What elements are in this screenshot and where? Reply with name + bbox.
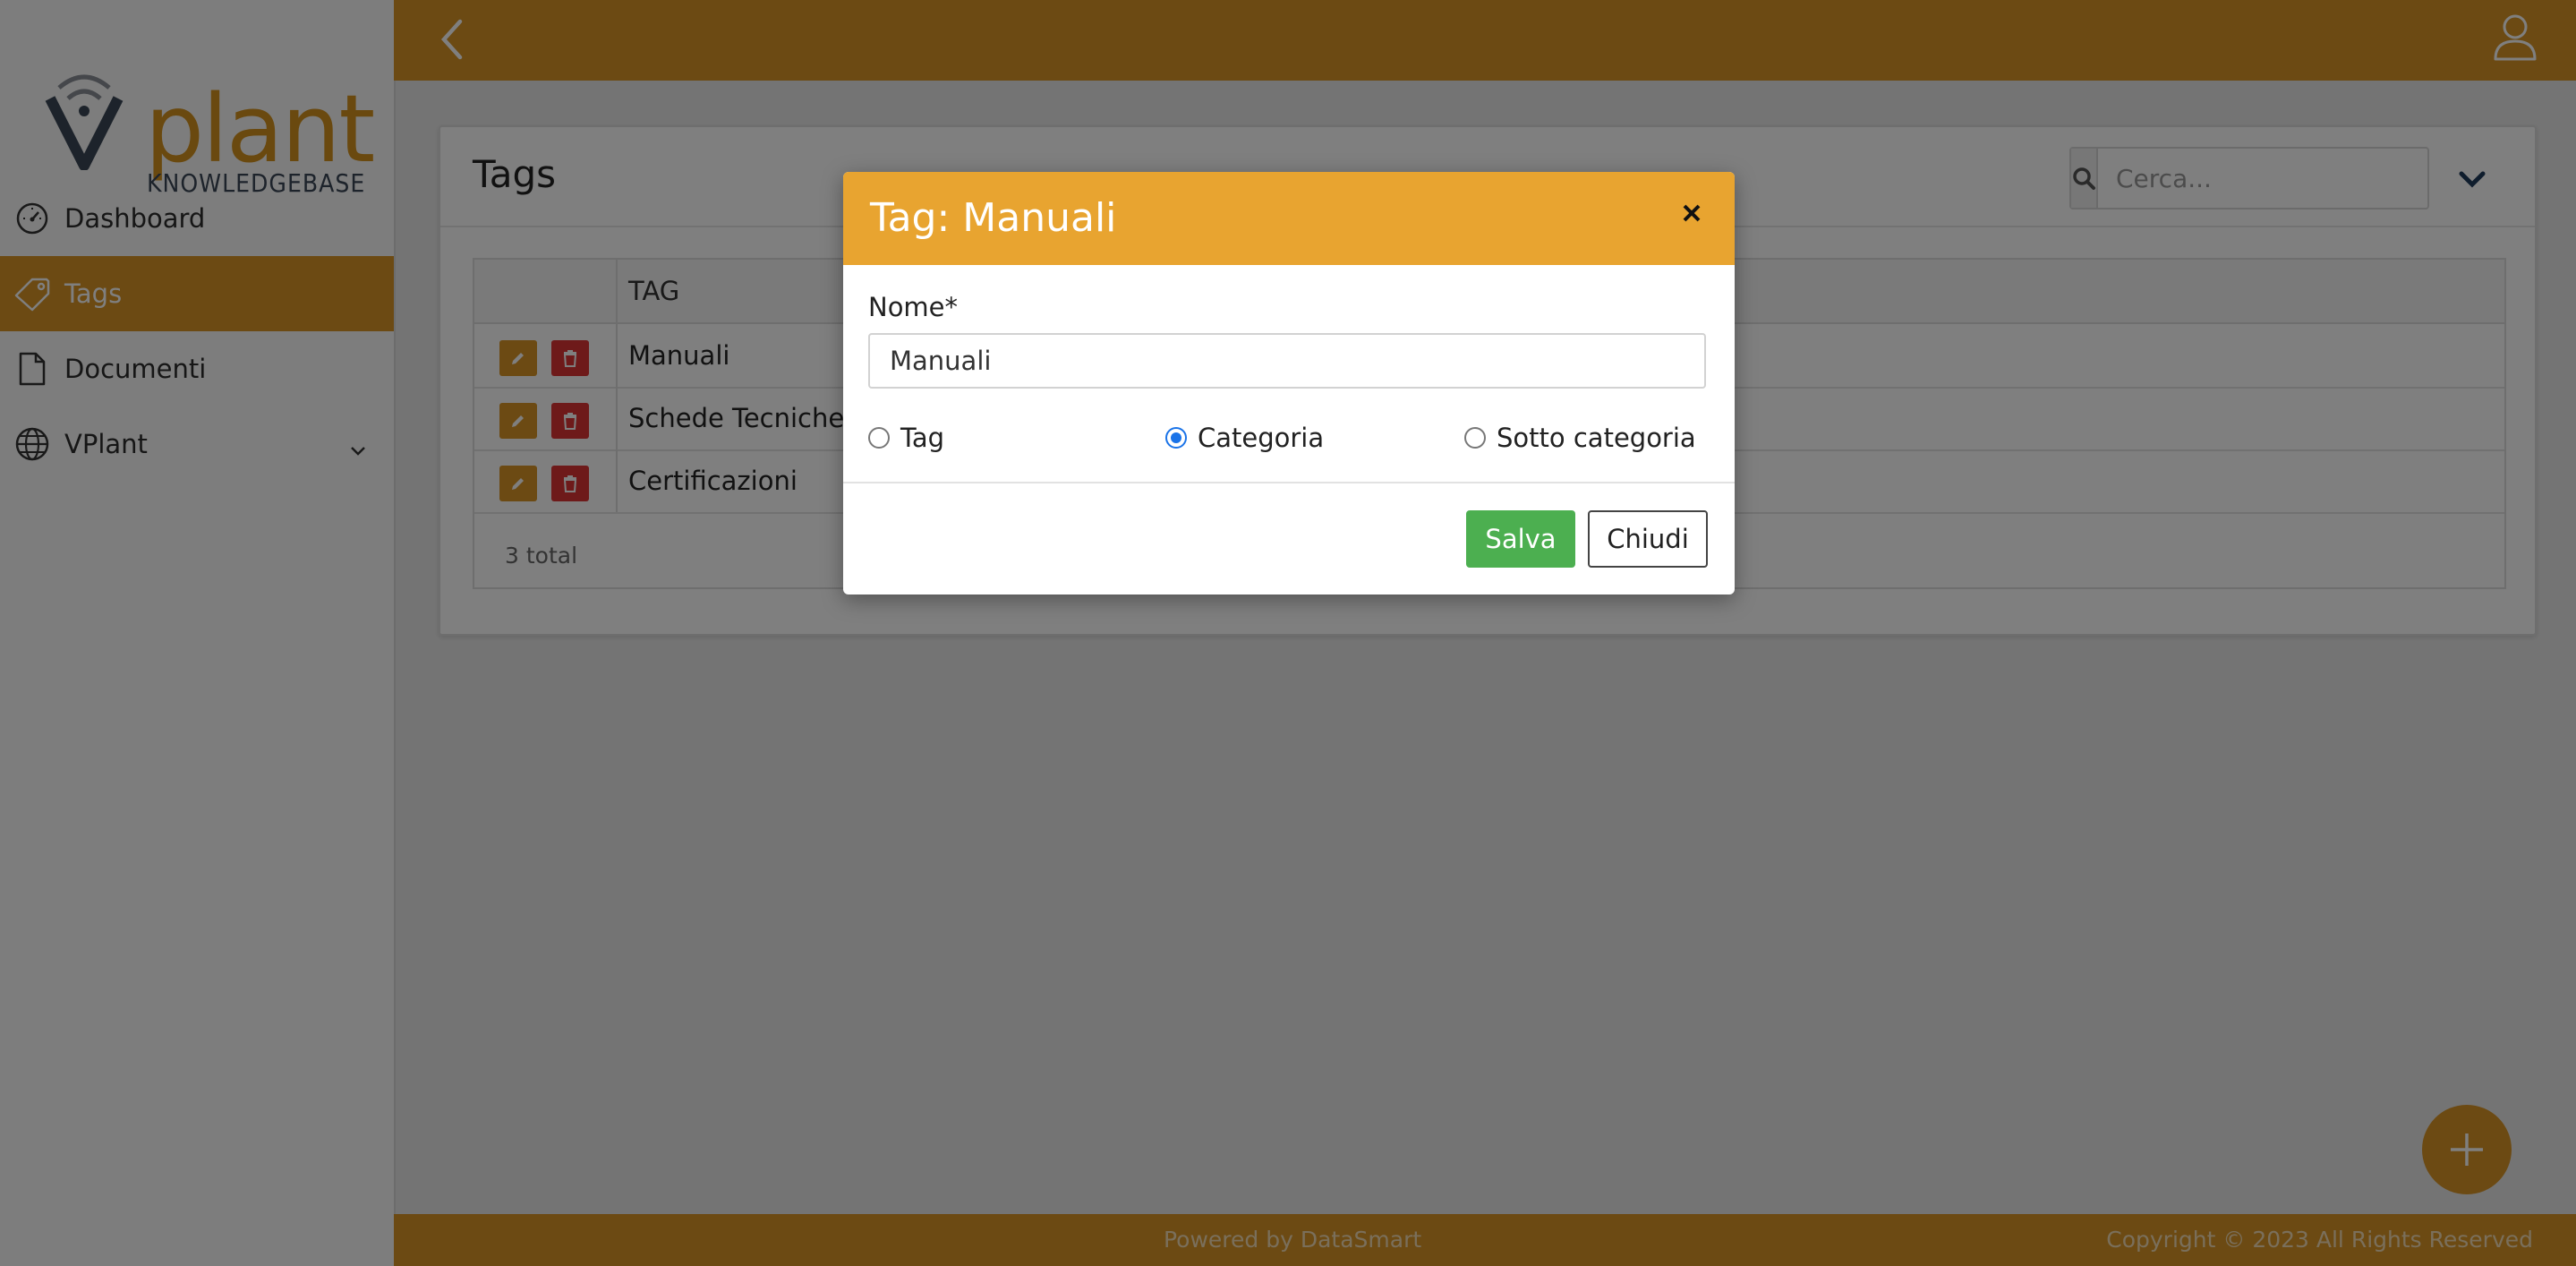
close-button[interactable]: Chiudi [1588,510,1708,568]
radio-button[interactable] [1464,427,1486,449]
radio-label: Categoria [1198,423,1325,453]
name-field-label: Nome* [868,292,959,322]
radio-sotto-categoria[interactable]: Sotto categoria [1464,423,1696,453]
name-field[interactable] [868,333,1706,389]
radio-button[interactable] [868,427,890,449]
radio-button[interactable] [1165,427,1187,449]
radio-label: Sotto categoria [1497,423,1696,453]
close-icon[interactable] [1674,195,1710,231]
divider [843,482,1735,483]
radio-tag[interactable]: Tag [868,423,944,453]
radio-categoria[interactable]: Categoria [1165,423,1324,453]
tag-edit-dialog: Tag: Manuali Nome* Tag Categoria Sotto c… [843,172,1735,595]
save-button[interactable]: Salva [1466,510,1575,568]
radio-label: Tag [900,423,945,453]
dialog-title: Tag: Manuali [870,195,1117,241]
dialog-header: Tag: Manuali [843,172,1735,265]
